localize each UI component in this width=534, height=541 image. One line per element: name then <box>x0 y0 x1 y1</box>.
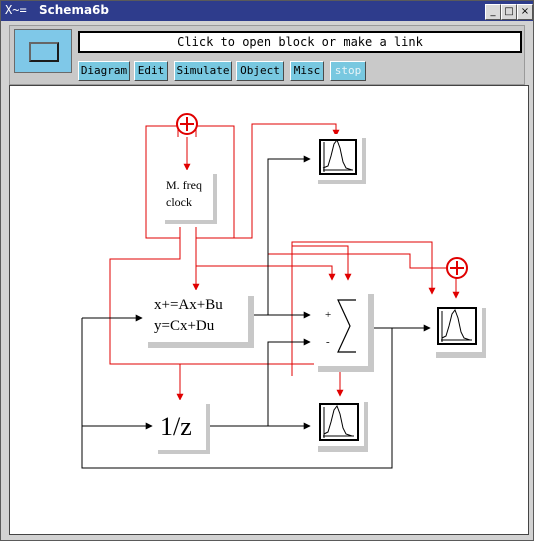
menu-object[interactable]: Object <box>236 61 284 81</box>
event-link[interactable] <box>196 265 336 281</box>
scope-block[interactable] <box>314 398 368 452</box>
clock-label-1: M. freq <box>166 178 202 192</box>
event-link[interactable] <box>292 245 352 281</box>
state-space-block[interactable]: x+=Ax+Bu y=Cx+Du <box>144 290 254 348</box>
scope-block[interactable] <box>314 134 366 184</box>
statespace-eq-1: x+=Ax+Bu <box>154 297 223 313</box>
block-icon <box>29 42 59 62</box>
event-link[interactable] <box>180 363 344 397</box>
title-bar[interactable]: X~= Schema6b _ □ × <box>1 1 533 21</box>
delay-label: 1/z <box>160 412 192 441</box>
minimize-icon[interactable]: _ <box>485 4 501 20</box>
menu-misc[interactable]: Misc <box>290 61 324 81</box>
sum-plus-label: + <box>325 309 331 321</box>
event-input-circle[interactable] <box>176 113 198 135</box>
menu-diagram[interactable]: Diagram <box>78 61 130 81</box>
unit-delay-block[interactable]: 1/z <box>154 400 210 454</box>
app-window: X~= Schema6b _ □ × Click to open block o… <box>0 0 534 541</box>
clock-label-2: clock <box>166 195 192 209</box>
scope-block[interactable] <box>432 302 486 358</box>
window-title: Schema6b <box>39 3 109 17</box>
menu-edit[interactable]: Edit <box>134 61 168 81</box>
diagram-canvas[interactable]: M. freq clock x+=Ax+Bu y=Cx+Du 1/z + - <box>9 85 529 535</box>
event-input-circle[interactable] <box>446 257 468 279</box>
toolbar: Click to open block or make a link Diagr… <box>9 25 525 85</box>
menu-simulate[interactable]: Simulate <box>174 61 232 81</box>
regular-link[interactable] <box>267 338 311 426</box>
statespace-eq-2: y=Cx+Du <box>154 318 215 334</box>
close-icon[interactable]: × <box>517 4 533 20</box>
mfreq-clock-block[interactable]: M. freq clock <box>161 170 217 224</box>
regular-links <box>81 155 431 469</box>
regular-link[interactable] <box>267 155 311 315</box>
event-links <box>109 123 460 401</box>
sum-minus-label: - <box>326 336 330 348</box>
sum-block[interactable]: + - <box>314 290 374 372</box>
maximize-icon[interactable]: □ <box>501 4 517 20</box>
menu-stop[interactable]: stop <box>330 61 366 81</box>
palette-button[interactable] <box>14 29 72 73</box>
message-bar: Click to open block or make a link <box>78 31 522 53</box>
diagram-svg[interactable]: M. freq clock x+=Ax+Bu y=Cx+Du 1/z + - <box>10 86 528 534</box>
window-menu-icon[interactable]: X~= <box>5 3 35 19</box>
